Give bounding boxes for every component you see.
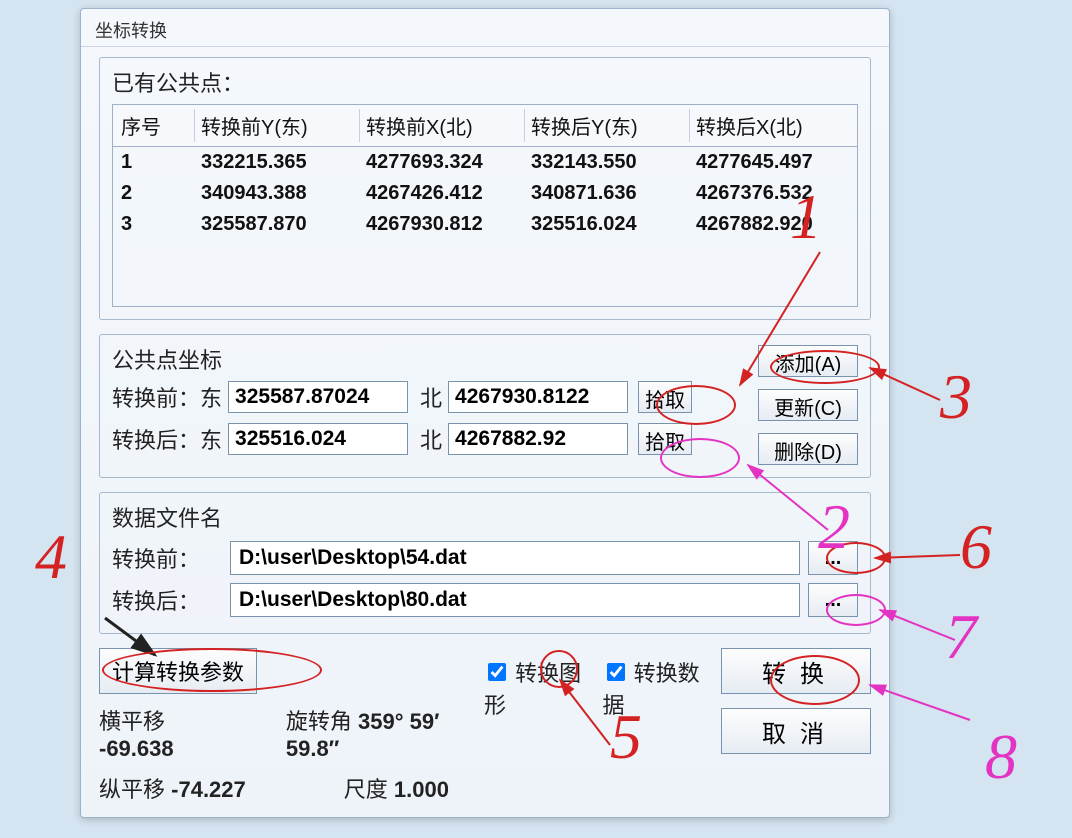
before-north-input[interactable] (448, 381, 628, 413)
points-table-body[interactable]: 1 332215.365 4277693.324 332143.550 4277… (112, 147, 858, 307)
calc-params-button[interactable]: 计算转换参数 (99, 648, 257, 694)
before-label: 转换前： (112, 381, 200, 413)
browse-before-button[interactable]: ... (808, 541, 858, 575)
col-post-y: 转换后Y(东) (525, 109, 690, 142)
cancel-button[interactable]: 取消 (721, 708, 871, 754)
file-group-title: 数据文件名 (112, 501, 858, 533)
hshift-value: -69.638 (99, 736, 174, 761)
existing-points-group: 已有公共点： 序号 转换前Y(东) 转换前X(北) 转换后Y(东) 转换后X(北… (99, 57, 871, 320)
file-group: 数据文件名 转换前： ... 转换后： ... (99, 492, 871, 634)
before-east-input[interactable] (228, 381, 408, 413)
after-north-input[interactable] (448, 423, 628, 455)
annotation-number-7: 7 (945, 600, 977, 674)
annotation-number-3: 3 (940, 360, 972, 434)
annotation-number-8: 8 (985, 720, 1017, 794)
check-shape-label[interactable]: 转换图形 (484, 656, 588, 720)
annotation-number-6: 6 (960, 510, 992, 584)
check-data[interactable] (607, 663, 625, 681)
east-label: 东 (200, 381, 222, 413)
pick-after-button[interactable]: 拾取 (638, 423, 692, 455)
north-label: 北 (420, 381, 442, 413)
after-east-input[interactable] (228, 423, 408, 455)
hshift-label: 横平移 (99, 709, 165, 734)
file-before-input[interactable] (230, 541, 800, 575)
file-after-label: 转换后： (112, 584, 222, 616)
delete-button[interactable]: 删除(D) (758, 433, 858, 465)
scale-value: 1.000 (394, 777, 449, 802)
table-row[interactable]: 1 332215.365 4277693.324 332143.550 4277… (113, 147, 857, 178)
table-row[interactable]: 2 340943.388 4267426.412 340871.636 4267… (113, 178, 857, 209)
window-title: 坐标转换 (81, 9, 889, 47)
points-table-header: 序号 转换前Y(东) 转换前X(北) 转换后Y(东) 转换后X(北) (112, 104, 858, 147)
col-post-x: 转换后X(北) (690, 109, 855, 142)
browse-after-button[interactable]: ... (808, 583, 858, 617)
vshift-value: -74.227 (171, 777, 246, 802)
check-data-label[interactable]: 转换数据 (603, 656, 707, 720)
file-after-input[interactable] (230, 583, 800, 617)
point-coord-title: 公共点坐标 (112, 343, 740, 375)
after-label: 转换后： (112, 423, 200, 455)
rot-label: 旋转角 (286, 709, 352, 734)
col-pre-y: 转换前Y(东) (195, 109, 360, 142)
convert-button[interactable]: 转换 (721, 648, 871, 694)
scale-label: 尺度 (344, 777, 388, 802)
annotation-number-4: 4 (35, 520, 67, 594)
check-shape[interactable] (488, 663, 506, 681)
point-coord-group: 公共点坐标 转换前： 东 北 拾取 转换后： 东 北 拾取 添加(A) 更新(C… (99, 334, 871, 478)
coordinate-transform-window: 坐标转换 已有公共点： 序号 转换前Y(东) 转换前X(北) 转换后Y(东) 转… (80, 8, 890, 818)
east-label: 东 (200, 423, 222, 455)
col-index: 序号 (115, 109, 195, 142)
existing-points-title: 已有公共点： (112, 66, 858, 98)
pick-before-button[interactable]: 拾取 (638, 381, 692, 413)
vshift-label: 纵平移 (99, 777, 165, 802)
table-row[interactable]: 3 325587.870 4267930.812 325516.024 4267… (113, 209, 857, 240)
update-button[interactable]: 更新(C) (758, 389, 858, 421)
file-before-label: 转换前： (112, 542, 222, 574)
north-label: 北 (420, 423, 442, 455)
add-button[interactable]: 添加(A) (758, 345, 858, 377)
col-pre-x: 转换前X(北) (360, 109, 525, 142)
